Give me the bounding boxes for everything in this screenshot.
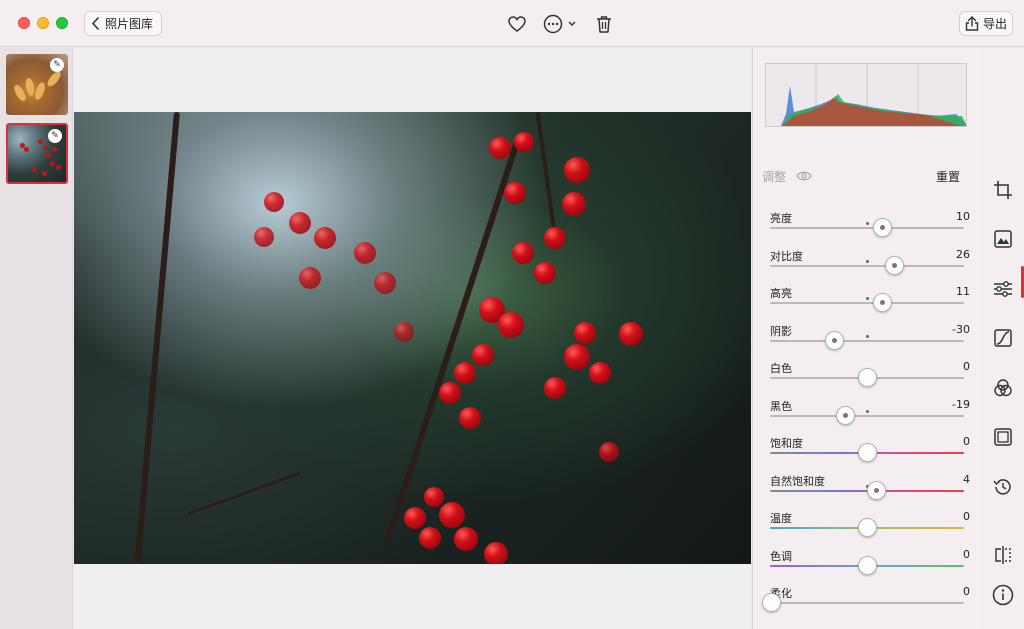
frame-icon[interactable] [992,426,1014,448]
slider-value: -30 [952,322,970,336]
export-button[interactable]: 导出 [959,11,1013,36]
heart-icon[interactable] [507,13,527,35]
filters-icon[interactable] [992,228,1014,250]
back-to-library-button[interactable]: 照片图库 [84,11,162,36]
slider-row[interactable]: 黑色 -19 [770,398,970,434]
slider-value: 0 [963,360,970,373]
slider-label: 阴影 [770,324,792,338]
slider-knob[interactable] [873,293,893,312]
slider-value: 0 [963,585,970,598]
slider-knob[interactable] [857,368,877,387]
slider-value: 0 [963,547,970,561]
curves-icon[interactable] [992,327,1014,349]
adjustments-panel: 调整 重置 亮度 10 对比度 26 高亮 11 阴影 -30 白色 0 黑色 -19 饱和度 0 自然饱和… [752,48,982,629]
thumbnail-red-berries[interactable]: ✎ [6,123,68,184]
slider-row[interactable]: 对比度 26 [770,248,970,284]
slider-track[interactable] [770,227,964,229]
trash-icon[interactable] [595,13,613,35]
histogram [765,63,967,127]
eye-icon[interactable] [796,167,812,186]
slider-knob[interactable] [857,555,877,575]
slider-track[interactable] [770,414,964,417]
slider-knob[interactable] [857,443,877,462]
slider-value: 10 [956,210,970,223]
slider-knob[interactable] [824,330,844,350]
compare-icon[interactable] [992,544,1014,566]
slider-knob[interactable] [867,480,887,500]
slider-label: 亮度 [770,212,792,225]
slider-value: 0 [963,510,970,523]
crop-icon[interactable] [992,179,1014,201]
export-label: 导出 [982,17,1007,31]
adjust-section-title: 调整 [762,170,787,184]
slider-row[interactable]: 温度 0 [770,510,970,546]
edited-pencil-icon: ✎ [50,58,64,72]
slider-row[interactable]: 白色 0 [770,360,970,396]
slider-knob[interactable] [836,405,856,425]
slider-value: 26 [956,247,970,261]
chevron-left-icon [91,17,99,30]
title-bar: 照片图库 导出 [0,0,1024,47]
slider-value: -19 [952,397,970,411]
slider-knob[interactable] [762,593,781,612]
back-label: 照片图库 [105,17,154,31]
slider-row[interactable]: 亮度 10 [770,210,970,246]
slider-label: 色调 [770,549,792,563]
color-icon[interactable] [992,377,1014,399]
slider-row[interactable]: 自然饱和度 4 [770,473,970,509]
close-window-button[interactable] [18,17,30,29]
slider-knob[interactable] [884,255,904,275]
slider-track[interactable] [770,339,964,342]
more-icon [543,14,576,34]
slider-track[interactable] [770,302,964,304]
slider-default-marker [866,297,869,300]
slider-default-marker [866,334,869,338]
info-icon[interactable] [992,584,1014,606]
slider-default-marker [866,222,869,225]
slider-default-marker [866,259,869,263]
tool-strip [983,48,1024,629]
reset-button[interactable]: 重置 [936,168,960,185]
history-icon[interactable] [992,476,1014,498]
slider-label: 自然饱和度 [770,474,825,488]
slider-row[interactable]: 色调 0 [770,548,970,584]
slider-value: 0 [963,435,970,448]
slider-track[interactable] [770,264,964,267]
share-icon [965,16,979,31]
slider-row[interactable]: 阴影 -30 [770,323,970,359]
slider-label: 对比度 [770,249,803,263]
slider-row[interactable]: 柔化 0 [762,585,970,621]
slider-label: 黑色 [770,399,792,413]
slider-label: 高亮 [770,287,792,300]
slider-default-marker [866,409,869,413]
slider-label: 饱和度 [770,437,803,450]
slider-label: 白色 [770,362,792,375]
thumbnail-dried-leaves[interactable]: ✎ [6,54,68,115]
minimize-window-button[interactable] [37,17,49,29]
adjust-icon[interactable] [992,278,1014,300]
slider-label: 温度 [770,512,792,525]
image-canvas [74,48,751,629]
slider-row[interactable]: 高亮 11 [770,285,970,321]
fullscreen-window-button[interactable] [56,17,68,29]
more-options-button[interactable] [543,13,579,35]
thumbnail-strip: ✎ ✎ [0,48,73,629]
slider-value: 4 [963,472,970,486]
slider-track[interactable] [770,602,964,604]
main-photo[interactable] [74,112,751,564]
slider-row[interactable]: 饱和度 0 [770,435,970,471]
edited-pencil-icon: ✎ [48,129,62,143]
slider-value: 11 [956,285,970,298]
slider-knob[interactable] [857,518,877,537]
slider-knob[interactable] [873,218,893,237]
